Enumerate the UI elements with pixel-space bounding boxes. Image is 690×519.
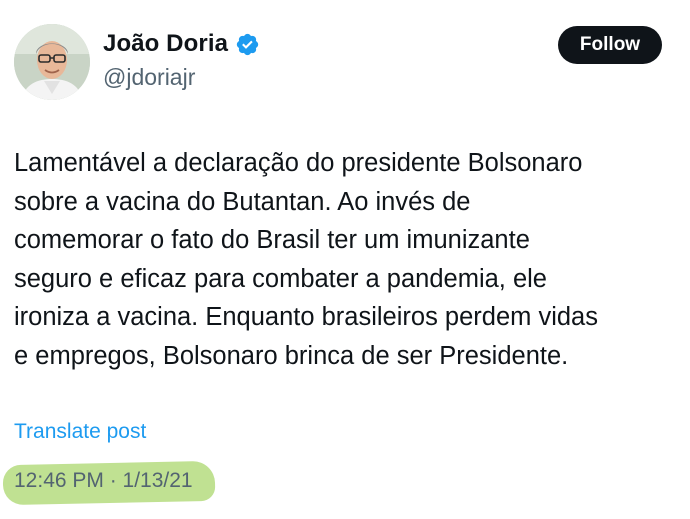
translate-post-link[interactable]: Translate post [14,420,146,444]
tweet-card: João Doria @jdoriajr Follow Lamentável a… [0,0,690,519]
post-text-line: e empregos, Bolsonaro brinca de ser Pres… [14,341,569,370]
post-text-line: seguro e eficaz para combater a pandemia… [14,264,547,293]
verified-badge-icon[interactable] [235,32,260,57]
post-text-line: Lamentável a declaração do presidente Bo… [14,149,583,177]
post-text-line: sobre a vacina do Butantan. Ao invés de [14,187,471,216]
author-display-name[interactable]: João Doria [103,30,228,58]
post-text: Lamentável a declaração do presidente Bo… [14,144,684,376]
author-name-row: João Doria [103,30,260,58]
author-handle[interactable]: @jdoriajr [103,64,195,91]
avatar[interactable] [14,24,90,100]
follow-button[interactable]: Follow [558,26,662,64]
post-text-line: ironiza a vacina. Enquanto brasileiros p… [14,303,598,332]
post-timestamp[interactable]: 12:46 PM · 1/13/21 [14,469,193,493]
post-text-line: comemorar o fato do Brasil ter um imuniz… [14,226,530,255]
avatar-photo [14,24,90,100]
